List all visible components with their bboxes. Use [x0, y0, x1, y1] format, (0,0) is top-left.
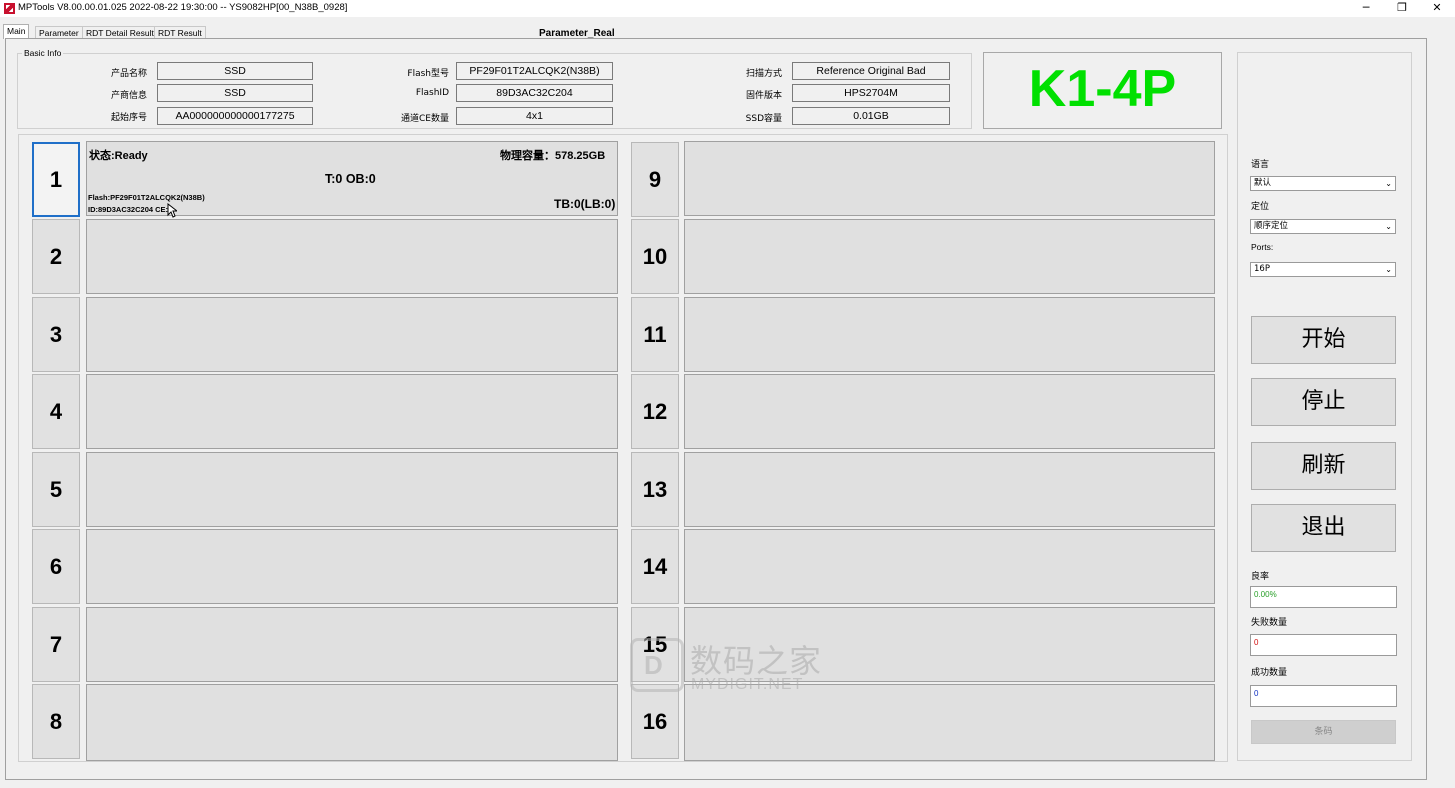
yield-label: 良率: [1251, 572, 1270, 582]
port-1-capacity: 物理容量：578.25GB: [500, 150, 606, 162]
port-13-status-panel[interactable]: [684, 452, 1215, 527]
start-serial-field[interactable]: AA000000000000177275: [157, 107, 313, 125]
minimize-button[interactable]: ─: [1348, 0, 1384, 17]
locate-value: 顺序定位: [1254, 221, 1289, 231]
port-16-status-panel[interactable]: [684, 684, 1215, 761]
port-14-status-panel[interactable]: [684, 529, 1215, 604]
port-1-status: 状态:Ready: [89, 150, 148, 162]
flash-id-field[interactable]: 89D3AC32C204: [456, 84, 613, 102]
product-name-label: 产品名称: [110, 69, 147, 79]
chevron-down-icon: ⌄: [1385, 179, 1392, 188]
language-select[interactable]: 默认 ⌄: [1250, 176, 1396, 191]
port-1-t-ob: T:0 OB:0: [325, 172, 376, 186]
port-2-status-panel[interactable]: [86, 219, 618, 294]
firmware-version-field[interactable]: HPS2704M: [792, 84, 950, 102]
mouse-cursor-icon: [167, 203, 177, 218]
port-4-button[interactable]: 4: [32, 374, 80, 449]
success-count-field: 0: [1250, 685, 1397, 707]
basic-info-legend: Basic Info: [22, 48, 64, 58]
start-button[interactable]: 开始: [1251, 316, 1396, 364]
restore-button[interactable]: ❐: [1384, 0, 1420, 17]
start-serial-label: 起始序号: [110, 113, 147, 123]
locate-label: 定位: [1251, 202, 1270, 212]
fail-count-label: 失败数量: [1251, 618, 1288, 628]
port-4-status-panel[interactable]: [86, 374, 618, 449]
channel-ce-field[interactable]: 4x1: [456, 107, 613, 125]
chevron-down-icon: ⌄: [1385, 265, 1392, 274]
close-button[interactable]: ✕: [1419, 0, 1455, 17]
channel-ce-label: 通道CE数量: [401, 114, 449, 124]
port-7-button[interactable]: 7: [32, 607, 80, 682]
ports-select[interactable]: 16P ⌄: [1250, 262, 1396, 277]
product-name-field[interactable]: SSD: [157, 62, 313, 80]
port-10-status-panel[interactable]: [684, 219, 1215, 294]
model-label: K1-4P: [1028, 60, 1177, 118]
vendor-info-label: 产商信息: [110, 91, 147, 101]
ssd-capacity-field[interactable]: 0.01GB: [792, 107, 950, 125]
firmware-version-label: 固件版本: [745, 91, 782, 101]
flash-model-label: Flash型号: [407, 69, 449, 79]
app-logo-icon: [4, 3, 15, 14]
ports-value: 16P: [1254, 264, 1270, 274]
window-title: MPTools V8.00.00.01.025 2022-08-22 19:30…: [18, 2, 348, 13]
port-3-button[interactable]: 3: [32, 297, 80, 372]
port-6-button[interactable]: 6: [32, 529, 80, 604]
port-3-status-panel[interactable]: [86, 297, 618, 372]
port-12-status-panel[interactable]: [684, 374, 1215, 449]
port-6-status-panel[interactable]: [86, 529, 618, 604]
fail-count-field: 0: [1250, 634, 1397, 656]
scan-mode-label: 扫描方式: [745, 69, 782, 79]
exit-button[interactable]: 退出: [1251, 504, 1396, 552]
port-5-status-panel[interactable]: [86, 452, 618, 527]
vendor-info-field[interactable]: SSD: [157, 84, 313, 102]
port-9-status-panel[interactable]: [684, 141, 1215, 216]
port-1-flash: Flash:PF29F01T2ALCQK2(N38B): [88, 193, 205, 202]
flash-model-field[interactable]: PF29F01T2ALCQK2(N38B): [456, 62, 613, 80]
flash-id-label: FlashID: [415, 88, 449, 98]
watermark-logo-letter: D: [644, 650, 663, 680]
port-1-button[interactable]: 1: [32, 142, 80, 217]
port-8-button[interactable]: 8: [32, 684, 80, 759]
stop-button[interactable]: 停止: [1251, 378, 1396, 426]
yield-field: 0.00%: [1250, 586, 1397, 608]
port-9-button[interactable]: 9: [631, 142, 679, 217]
port-14-button[interactable]: 14: [631, 529, 679, 604]
port-8-status-panel[interactable]: [86, 684, 618, 761]
port-11-button[interactable]: 11: [631, 297, 679, 372]
locate-select[interactable]: 顺序定位 ⌄: [1250, 219, 1396, 234]
watermark-url: MYDIGIT.NET: [691, 676, 804, 693]
port-16-button[interactable]: 16: [631, 684, 679, 759]
port-10-button[interactable]: 10: [631, 219, 679, 294]
port-12-button[interactable]: 12: [631, 374, 679, 449]
port-13-button[interactable]: 13: [631, 452, 679, 527]
chevron-down-icon: ⌄: [1385, 222, 1392, 231]
port-1-tb: TB:0(LB:0): [554, 197, 616, 211]
port-5-button[interactable]: 5: [32, 452, 80, 527]
port-1-id: ID:89D3AC32C204 CE:4: [88, 205, 173, 214]
port-11-status-panel[interactable]: [684, 297, 1215, 372]
success-count-label: 成功数量: [1251, 668, 1288, 678]
ssd-capacity-label: SSD容量: [745, 114, 782, 124]
ports-label: Ports:: [1251, 242, 1274, 252]
barcode-button[interactable]: 条码: [1251, 720, 1396, 744]
refresh-button[interactable]: 刷新: [1251, 442, 1396, 490]
scan-mode-field[interactable]: Reference Original Bad: [792, 62, 950, 80]
tab-main[interactable]: Main: [3, 24, 30, 39]
port-2-button[interactable]: 2: [32, 219, 80, 294]
port-7-status-panel[interactable]: [86, 607, 618, 682]
language-value: 默认: [1254, 178, 1272, 188]
language-label: 语言: [1251, 160, 1270, 170]
